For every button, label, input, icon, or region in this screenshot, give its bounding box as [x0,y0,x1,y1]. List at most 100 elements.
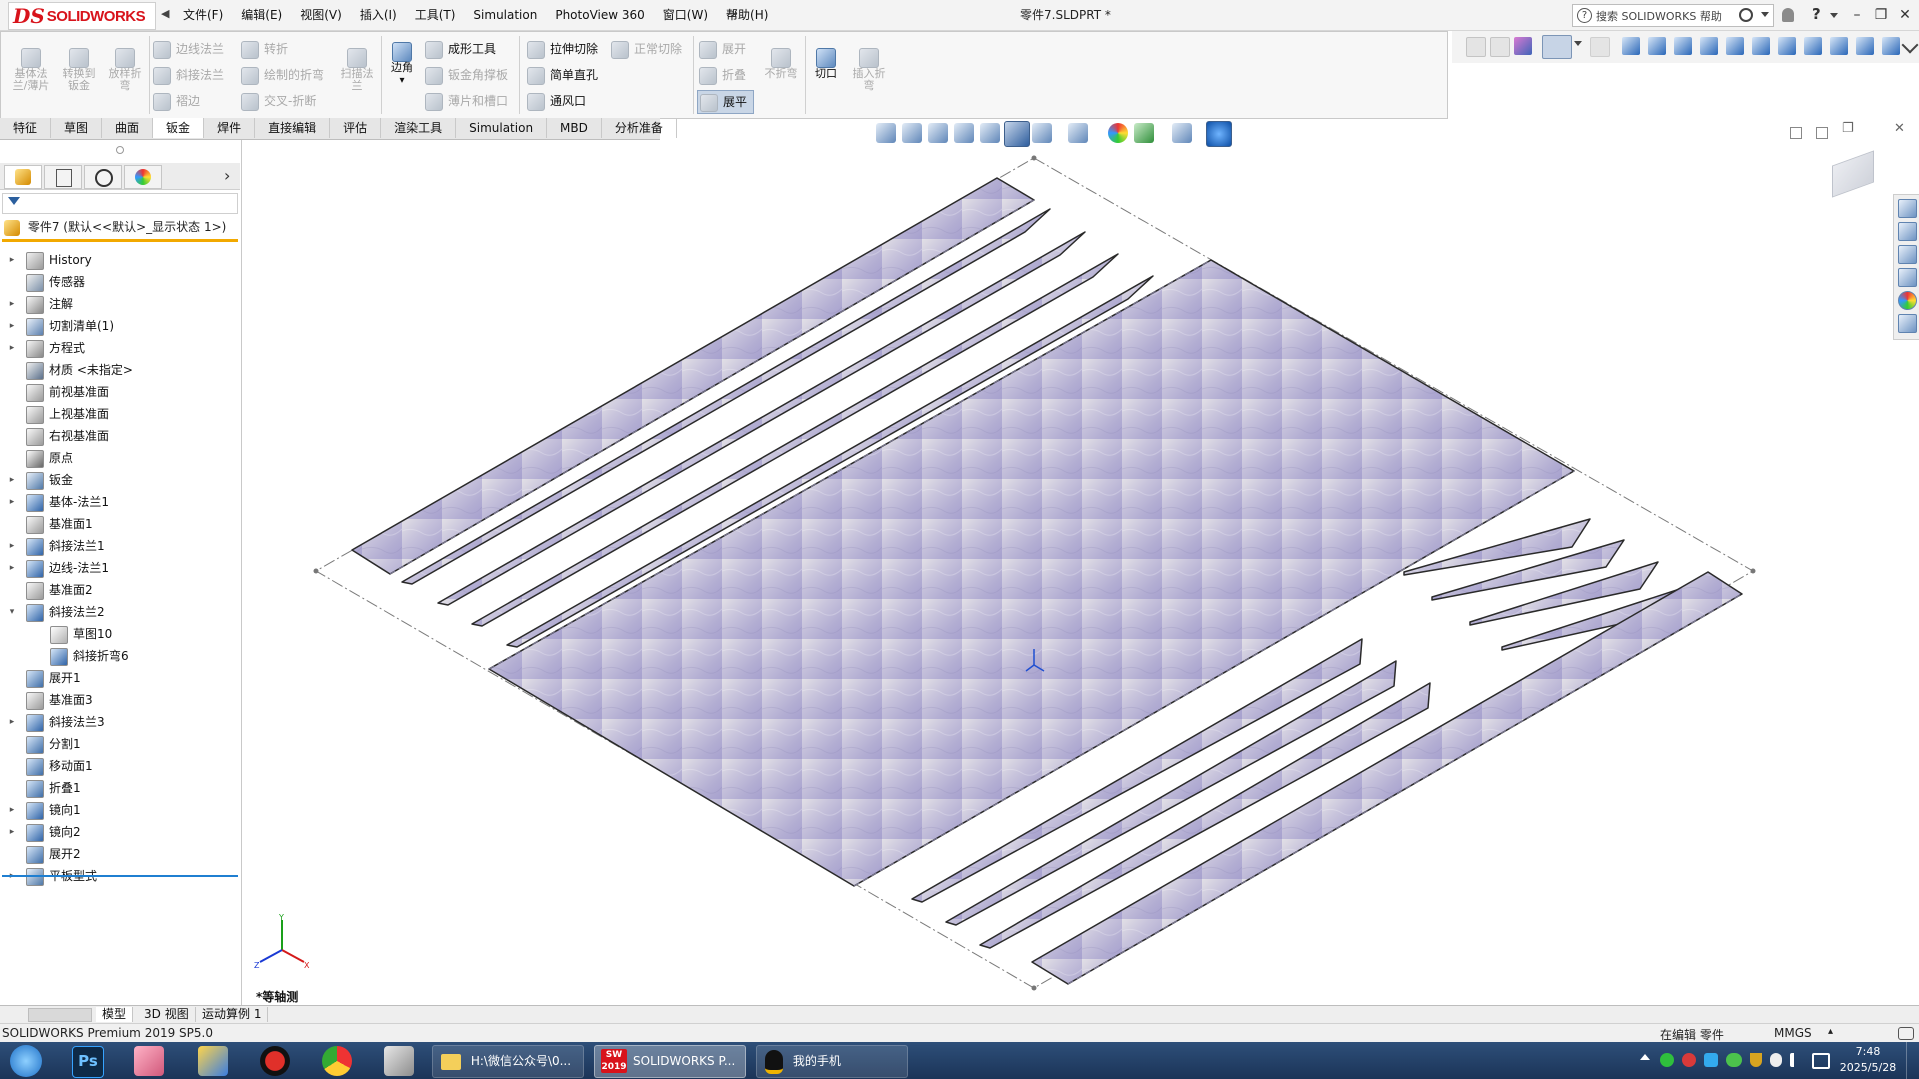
viewport-close-icon[interactable]: ✕ [1894,121,1905,136]
tray-app-icon-3[interactable] [1704,1053,1718,1067]
feature-manager-tab[interactable] [4,165,42,189]
tree-node[interactable]: ▸ 斜接法兰3 [0,711,238,733]
solidworks-resources-icon[interactable] [1898,199,1917,218]
extruded-cut-tool[interactable]: 拉伸切除 [527,38,598,60]
normal-cut-tool[interactable]: 正常切除 [611,38,682,60]
tray-app-icon-1[interactable] [1660,1053,1674,1067]
tree-node[interactable]: 基准面3 [0,689,238,711]
taskbar-solidworks[interactable]: SW 2019 SOLIDWORKS P... [594,1045,746,1078]
lofted-bend-tool[interactable]: 放样折 弯 [103,48,147,92]
status-chat-icon[interactable] [1898,1027,1914,1040]
expand-arrow-icon[interactable]: ▸ [7,557,17,579]
expand-arrow-icon[interactable]: ▸ [7,535,17,557]
tab-3d-view[interactable]: 3D 视图 [138,1007,196,1022]
tree-node[interactable]: 上视基准面 [0,403,238,425]
tree-filter-input[interactable] [2,193,238,214]
panel-collapse-handle[interactable] [116,146,124,154]
menu-file[interactable]: 文件(F) [174,0,232,30]
apply-scene-icon[interactable] [1134,123,1154,143]
filter-icon[interactable] [1466,37,1486,57]
gusset-tool[interactable]: 钣金角撑板 [425,64,508,86]
view-palette-icon[interactable] [1898,268,1917,287]
flat-sheet[interactable] [351,177,1743,985]
tree-node[interactable]: 前视基准面 [0,381,238,403]
search-dropdown-icon[interactable] [1761,12,1769,17]
tree-node[interactable]: 展开1 [0,667,238,689]
point-icon[interactable] [1622,37,1640,55]
design-library-icon[interactable] [1898,222,1917,241]
previous-view-icon[interactable] [928,123,948,143]
search-icon[interactable] [1739,8,1753,22]
flatten-tool[interactable]: 展平 [697,90,755,114]
rip-tool[interactable]: 切口 [809,48,843,80]
restore-button[interactable]: ❐ [1870,4,1892,26]
tab-sketch[interactable]: 草图 [51,118,103,138]
realview-icon[interactable] [1206,121,1232,147]
shield-tray-icon[interactable] [1750,1053,1762,1067]
axis-icon[interactable] [1648,37,1666,55]
tab-motion-study[interactable]: 运动算例 1 [196,1007,269,1022]
sketched-bend-tool[interactable]: 绘制的折弯 [241,64,324,86]
help-menu-icon[interactable]: ? [1812,5,1821,23]
view-orientation-icon[interactable] [1004,121,1030,147]
tree-node[interactable]: ▸ History [0,249,238,271]
show-desktop-button[interactable] [1906,1042,1919,1079]
hide-show-icon[interactable] [1068,123,1088,143]
file-explorer-icon[interactable] [1898,245,1917,264]
tree-node[interactable]: 斜接折弯6 [0,645,238,667]
select-arrow-icon[interactable] [1542,35,1572,59]
chrome-icon[interactable] [322,1046,352,1076]
graphics-area[interactable] [242,119,1919,1005]
viewport-tile-right-icon[interactable] [1816,127,1828,139]
viewport-tile-left-icon[interactable] [1790,127,1802,139]
rollback-bar[interactable] [2,875,238,877]
tree-node[interactable]: 分割1 [0,733,238,755]
tree-node[interactable]: ▸ 方程式 [0,337,238,359]
zoom-to-area-icon[interactable] [902,123,922,143]
tree-node[interactable]: 原点 [0,447,238,469]
tray-expand-icon[interactable] [1640,1054,1650,1060]
taskbar-explorer[interactable]: H:\微信公众号\0... [432,1045,584,1078]
network-tray-icon[interactable] [1812,1053,1830,1069]
body-icon[interactable] [1726,37,1744,55]
menu-simulation[interactable]: Simulation [464,0,546,30]
close-button[interactable]: ✕ [1894,4,1916,26]
tab-and-slot-tool[interactable]: 薄片和槽口 [425,90,508,112]
penguin-tray-icon[interactable] [1770,1053,1782,1067]
display-style-icon[interactable] [1032,123,1052,143]
loop-icon[interactable] [1882,37,1900,55]
face-icon[interactable] [1700,37,1718,55]
midpoint-icon[interactable] [1804,37,1822,55]
sketch-segment-icon[interactable] [1778,37,1796,55]
edit-appearance-icon[interactable] [1108,123,1128,143]
panel-more-button[interactable]: › [224,166,230,185]
simple-hole-tool[interactable]: 简单直孔 [527,64,598,86]
dimension-icon[interactable] [1830,37,1848,55]
collapse-arrow-icon[interactable]: ▾ [7,601,17,623]
menu-window[interactable]: 窗口(W) [654,0,717,30]
expand-arrow-icon[interactable]: ▸ [7,249,17,271]
disabled-select-icon[interactable] [1590,37,1610,57]
volume-tray-icon[interactable] [1790,1053,1808,1067]
menu-photoview[interactable]: PhotoView 360 [546,0,653,30]
start-button[interactable] [10,1045,42,1077]
plane-icon[interactable] [1674,37,1692,55]
insert-bends-tool[interactable]: 插入折 弯 [847,48,891,92]
tree-root-part[interactable]: 零件7 (默认<<默认>_显示状态 1>) [4,217,240,237]
help-search-input[interactable]: ? 搜索 SOLIDWORKS 帮助 [1572,4,1774,27]
expand-arrow-icon[interactable]: ▸ [7,711,17,733]
tree-node[interactable]: 折叠1 [0,777,238,799]
swept-flange-tool[interactable]: 扫描法 兰 [335,48,379,92]
tree-node[interactable]: 右视基准面 [0,425,238,447]
tab-surfaces[interactable]: 曲面 [102,118,154,138]
tray-app-icon-2[interactable] [1682,1053,1696,1067]
menu-insert[interactable]: 插入(I) [351,0,406,30]
configuration-manager-tab[interactable] [84,165,122,189]
tree-node[interactable]: ▸ 镜向2 [0,821,238,843]
tray-clock[interactable]: 7:48 2025/5/28 [1838,1044,1898,1076]
recorder-icon[interactable] [260,1046,290,1076]
expand-arrow-icon[interactable]: ▸ [7,491,17,513]
tab-model[interactable]: 模型 [96,1007,134,1022]
tree-node[interactable]: ▸ 镜向1 [0,799,238,821]
tree-node[interactable]: 基准面2 [0,579,238,601]
